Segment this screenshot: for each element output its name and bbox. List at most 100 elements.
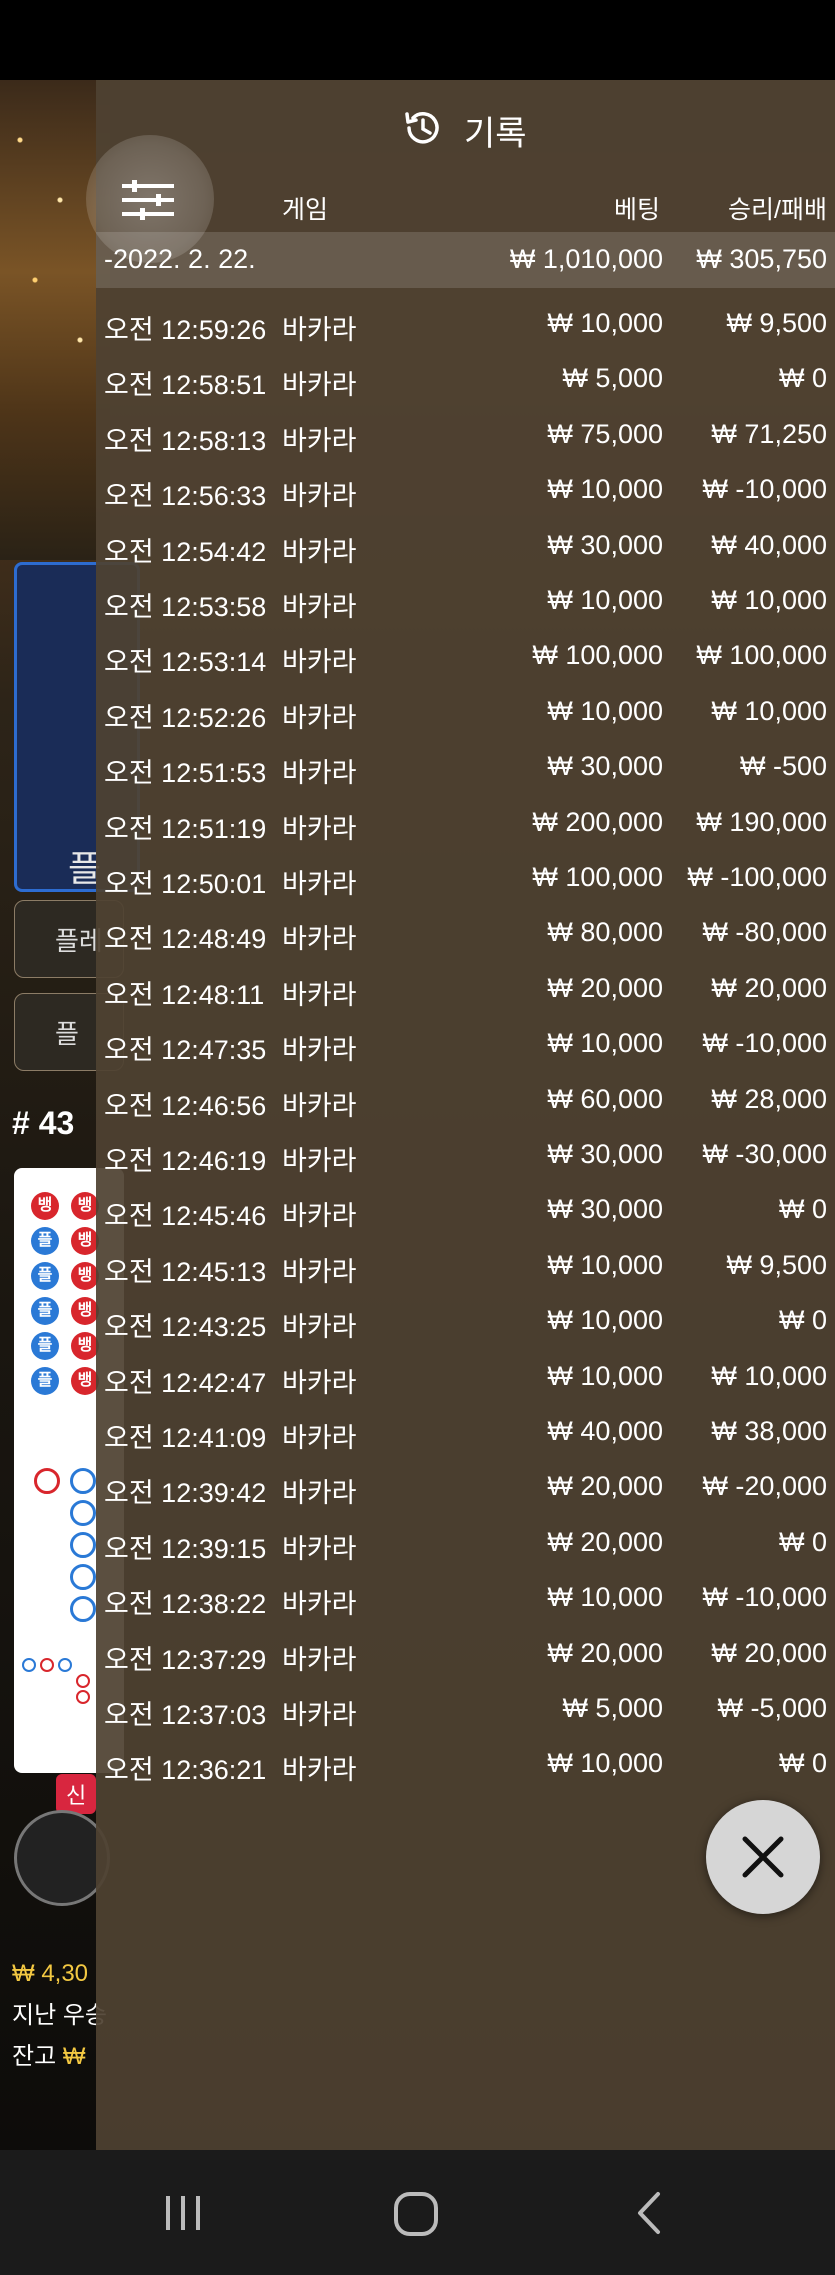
history-row[interactable]: 오전 12:53:58 바카라 ₩ 10,000 ₩ 10,000 xyxy=(96,573,835,628)
date-total-win-loss: ₩ 305,750 xyxy=(696,244,827,274)
total-bet-amount: ₩ 4,30 xyxy=(12,1960,89,1987)
road-marker xyxy=(76,1690,90,1704)
bead-player: 플 xyxy=(31,1297,59,1325)
history-row[interactable]: 오전 12:58:51 바카라 ₩ 5,000 ₩ 0 xyxy=(96,351,835,406)
row-bet: ₩ 30,000 xyxy=(547,1139,663,1169)
new-badge: 신 xyxy=(56,1774,97,1814)
row-time: 오전 12:46:56 xyxy=(104,1090,267,1121)
history-row[interactable]: 오전 12:50:01 바카라 ₩ 100,000 ₩ -100,000 xyxy=(96,850,835,905)
row-win-loss: ₩ 20,000 xyxy=(711,972,827,1003)
history-row[interactable]: 오전 12:48:11 바카라 ₩ 20,000 ₩ 20,000 xyxy=(96,961,835,1016)
history-row[interactable]: 오전 12:39:42 바카라 ₩ 20,000 ₩ -20,000 xyxy=(96,1459,835,1514)
history-row[interactable]: 오전 12:58:13 바카라 ₩ 75,000 ₩ 71,250 xyxy=(96,407,835,462)
row-win-loss: ₩ -500 xyxy=(739,751,827,782)
bead-banker: 뱅 xyxy=(71,1332,99,1360)
live-video-feed xyxy=(0,80,110,560)
row-win-loss: ₩ -5,000 xyxy=(717,1693,827,1723)
road-marker xyxy=(70,1500,96,1526)
row-bet: ₩ 10,000 xyxy=(547,1305,663,1336)
row-win-loss: ₩ -10,000 xyxy=(702,474,827,505)
close-button[interactable] xyxy=(706,1800,820,1914)
history-row[interactable]: 오전 12:37:29 바카라 ₩ 20,000 ₩ 20,000 xyxy=(96,1626,835,1681)
status-bar xyxy=(0,0,835,80)
row-bet: ₩ 10,000 xyxy=(547,1748,663,1779)
bead-banker: 뱅 xyxy=(71,1262,99,1290)
balance-currency: ₩ xyxy=(62,2043,86,2070)
road-marker xyxy=(70,1468,96,1494)
row-game: 바카라 xyxy=(282,592,357,622)
row-bet: ₩ 200,000 xyxy=(532,806,663,837)
row-game: 바카라 xyxy=(282,370,357,401)
row-time: 오전 12:53:58 xyxy=(104,592,267,622)
history-row[interactable]: 오전 12:48:49 바카라 ₩ 80,000 ₩ -80,000 xyxy=(96,905,835,960)
row-game: 바카라 xyxy=(282,924,357,955)
history-row[interactable]: 오전 12:52:26 바카라 ₩ 10,000 ₩ 10,000 xyxy=(96,684,835,739)
row-bet: ₩ 80,000 xyxy=(547,917,663,948)
row-win-loss: ₩ -20,000 xyxy=(702,1471,827,1502)
row-win-loss: ₩ 38,000 xyxy=(711,1416,827,1446)
recent-apps-icon[interactable] xyxy=(160,2190,206,2236)
history-row[interactable]: 오전 12:42:47 바카라 ₩ 10,000 ₩ 10,000 xyxy=(96,1349,835,1404)
row-time: 오전 12:56:33 xyxy=(104,481,267,512)
row-bet: ₩ 20,000 xyxy=(547,972,663,1003)
row-bet: ₩ 10,000 xyxy=(547,585,663,615)
row-time: 오전 12:51:19 xyxy=(104,813,267,844)
history-icon xyxy=(405,112,439,144)
bead-player: 플 xyxy=(31,1227,59,1255)
history-row[interactable]: 오전 12:54:42 바카라 ₩ 30,000 ₩ 40,000 xyxy=(96,518,835,573)
row-game: 바카라 xyxy=(282,1090,357,1121)
history-row[interactable]: 오전 12:43:25 바카라 ₩ 10,000 ₩ 0 xyxy=(96,1293,835,1348)
row-bet: ₩ 10,000 xyxy=(547,695,663,726)
road-marker xyxy=(70,1596,96,1622)
history-row[interactable]: 오전 12:41:09 바카라 ₩ 40,000 ₩ 38,000 xyxy=(96,1404,835,1459)
date-summary-row[interactable]: -2022. 2. 22. ₩ 1,010,000 ₩ 305,750 xyxy=(96,232,835,288)
history-row[interactable]: 오전 12:51:53 바카라 ₩ 30,000 ₩ -500 xyxy=(96,739,835,794)
history-row[interactable]: 오전 12:37:03 바카라 ₩ 5,000 ₩ -5,000 xyxy=(96,1681,835,1736)
history-row[interactable]: 오전 12:46:19 바카라 ₩ 30,000 ₩ -30,000 xyxy=(96,1127,835,1182)
row-time: 오전 12:37:03 xyxy=(104,1700,267,1730)
history-row[interactable]: 오전 12:46:56 바카라 ₩ 60,000 ₩ 28,000 xyxy=(96,1072,835,1127)
row-time: 오전 12:50:01 xyxy=(104,869,267,899)
history-row[interactable]: 오전 12:59:26 바카라 ₩ 10,000 ₩ 9,500 xyxy=(96,296,835,351)
round-number: # 43 xyxy=(12,1105,75,1141)
home-icon[interactable] xyxy=(392,2190,440,2238)
history-row[interactable]: 오전 12:45:46 바카라 ₩ 30,000 ₩ 0 xyxy=(96,1182,835,1237)
row-game: 바카라 xyxy=(282,1700,357,1730)
row-game: 바카라 xyxy=(282,1423,357,1453)
row-bet: ₩ 100,000 xyxy=(532,640,663,671)
row-time: 오전 12:59:26 xyxy=(104,315,267,345)
history-row[interactable]: 오전 12:36:21 바카라 ₩ 10,000 ₩ 0 xyxy=(96,1736,835,1791)
row-time: 오전 12:39:15 xyxy=(104,1533,267,1564)
row-game: 바카라 xyxy=(282,1589,357,1620)
row-time: 오전 12:51:53 xyxy=(104,758,267,789)
row-bet: ₩ 100,000 xyxy=(532,862,663,892)
history-title: 기록 xyxy=(464,115,527,153)
history-row[interactable]: 오전 12:47:35 바카라 ₩ 10,000 ₩ -10,000 xyxy=(96,1016,835,1071)
row-bet: ₩ 10,000 xyxy=(547,308,663,338)
row-bet: ₩ 5,000 xyxy=(562,1693,663,1723)
back-icon[interactable] xyxy=(630,2190,670,2236)
row-time: 오전 12:52:26 xyxy=(104,702,267,733)
road-marker xyxy=(70,1564,96,1590)
row-win-loss: ₩ 40,000 xyxy=(711,529,827,560)
row-win-loss: ₩ 10,000 xyxy=(711,1360,827,1391)
row-bet: ₩ 30,000 xyxy=(547,1194,663,1225)
close-icon xyxy=(742,1836,784,1878)
row-win-loss: ₩ 100,000 xyxy=(696,640,827,671)
bead-banker: 뱅 xyxy=(71,1367,99,1395)
row-game: 바카라 xyxy=(282,425,357,456)
history-row[interactable]: 오전 12:39:15 바카라 ₩ 20,000 ₩ 0 xyxy=(96,1515,835,1570)
history-row[interactable]: 오전 12:56:33 바카라 ₩ 10,000 ₩ -10,000 xyxy=(96,462,835,517)
row-time: 오전 12:38:22 xyxy=(104,1589,267,1620)
row-game: 바카라 xyxy=(282,1256,357,1287)
row-time: 오전 12:48:11 xyxy=(104,979,265,1010)
history-row[interactable]: 오전 12:53:14 바카라 ₩ 100,000 ₩ 100,000 xyxy=(96,628,835,683)
history-row[interactable]: 오전 12:38:22 바카라 ₩ 10,000 ₩ -10,000 xyxy=(96,1570,835,1625)
row-bet: ₩ 60,000 xyxy=(547,1083,663,1114)
road-marker xyxy=(22,1658,36,1672)
row-game: 바카라 xyxy=(282,1367,357,1398)
row-win-loss: ₩ 0 xyxy=(778,1194,827,1225)
history-row[interactable]: 오전 12:51:19 바카라 ₩ 200,000 ₩ 190,000 xyxy=(96,795,835,850)
balance-label: 잔고 xyxy=(12,2043,57,2070)
history-row[interactable]: 오전 12:45:13 바카라 ₩ 10,000 ₩ 9,500 xyxy=(96,1238,835,1293)
